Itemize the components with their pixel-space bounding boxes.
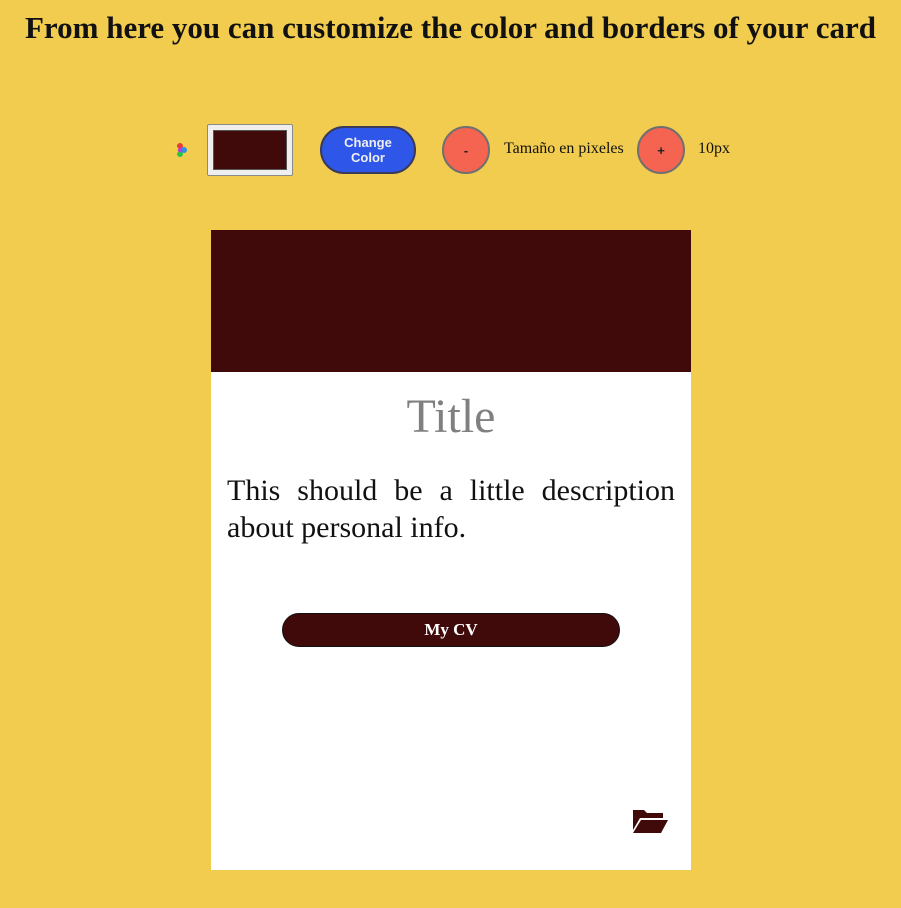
card-header-banner [211,230,691,372]
decrease-size-button[interactable]: - [442,126,490,174]
palette-icon [173,143,187,157]
selected-color-swatch [213,130,287,170]
increase-size-button[interactable]: + [637,126,685,174]
change-color-button[interactable]: Change Color [320,126,416,174]
color-picker-input[interactable] [207,124,293,176]
card-title: Title [406,390,496,443]
folder-open-icon[interactable] [631,808,669,834]
size-label: Tamaño en pixeles [504,140,624,157]
customization-controls: Change Color - Tamaño en pixeles + 10px [0,124,901,176]
size-value: 10px [698,140,730,157]
card-description: This should be a little description abou… [227,474,675,544]
page-heading: From here you can customize the color an… [25,10,876,45]
my-cv-button[interactable]: My CV [282,613,620,647]
profile-card: Title This should be a little descriptio… [211,230,691,870]
